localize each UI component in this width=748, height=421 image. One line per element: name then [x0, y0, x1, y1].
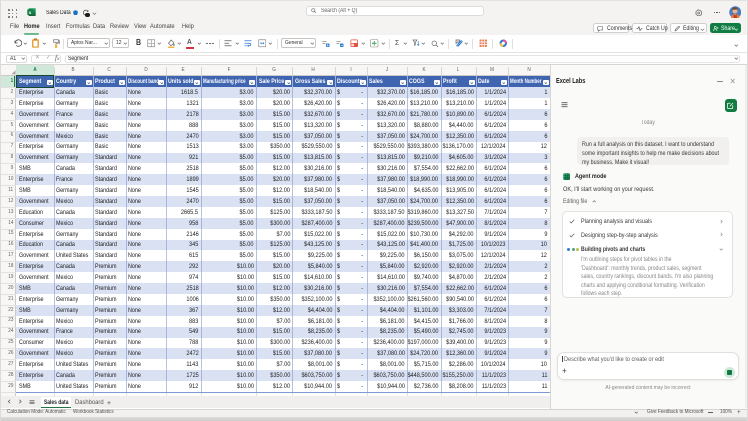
- svg-text:x: x: [28, 11, 31, 16]
